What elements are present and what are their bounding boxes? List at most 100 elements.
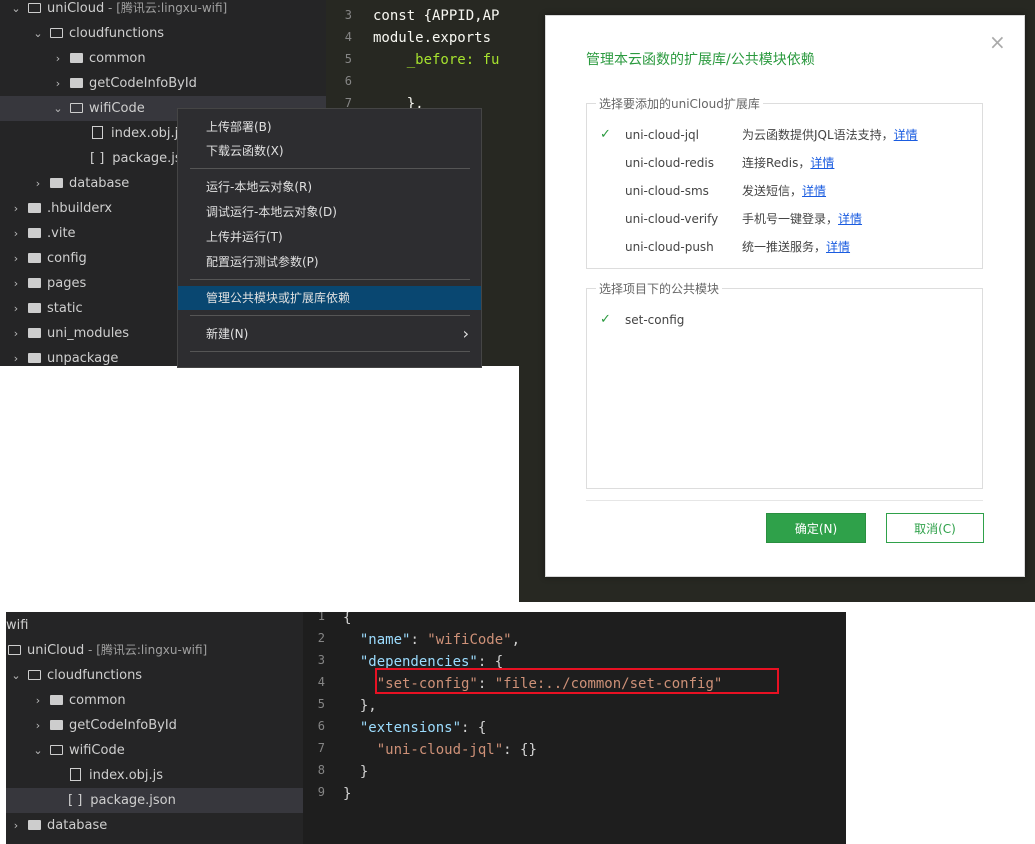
ext-lib-desc: 统一推送服务，详情 xyxy=(742,235,850,259)
tree-item-common[interactable]: › common xyxy=(0,46,146,71)
tree-item-getcodeinfobyid[interactable]: › getCodeInfoById xyxy=(0,71,197,96)
menu-item-run-local[interactable]: 运行-本地云对象(R) xyxy=(178,175,481,199)
tree-item-label: pages xyxy=(47,276,87,291)
line-number: 9 xyxy=(317,785,325,799)
chevron-down-icon: ⌄ xyxy=(53,102,63,115)
tree-item-package-json[interactable]: [ ] package.json xyxy=(6,788,303,813)
menu-item-download-function[interactable]: 下载云函数(X) xyxy=(178,139,481,163)
dialog-title: 管理本云函数的扩展库/公共模块依赖 xyxy=(586,52,815,68)
tree-item-config[interactable]: › config xyxy=(0,246,87,271)
chevron-right-icon: › xyxy=(55,52,61,65)
tree-item-label: getCodeInfoById xyxy=(69,718,177,733)
ext-lib-option[interactable]: ✓ uni-cloud-jql 为云函数提供JQL语法支持，详情 xyxy=(587,123,982,147)
tree-item-label: wifi xyxy=(6,618,29,633)
details-link[interactable]: 详情 xyxy=(838,212,862,226)
details-link[interactable]: 详情 xyxy=(894,128,918,142)
tree-item-label: index.obj.js xyxy=(89,768,164,783)
tree-item-static[interactable]: › static xyxy=(0,296,83,321)
dependency-dialog: 管理本云函数的扩展库/公共模块依赖 × 选择要添加的uniCloud扩展库 ✓ … xyxy=(545,15,1025,577)
menu-item-manage-dependencies[interactable]: 管理公共模块或扩展库依赖 xyxy=(178,286,481,310)
code-token: "name" xyxy=(359,632,411,648)
ext-lib-option[interactable]: uni-cloud-sms 发送短信，详情 xyxy=(587,179,982,203)
tree-root-wifi[interactable]: wifi xyxy=(6,613,28,638)
folder-icon xyxy=(28,278,41,288)
tree-item-label: database xyxy=(47,818,108,833)
tree-item-getcodeinfobyid[interactable]: › getCodeInfoById xyxy=(6,713,177,738)
tree-item-pages[interactable]: › pages xyxy=(0,271,86,296)
tree-item-label: database xyxy=(69,176,130,191)
tree-item-label: .vite xyxy=(47,226,76,241)
code-token: "extensions" xyxy=(359,720,462,736)
menu-item-upload-and-run[interactable]: 上传并运行(T) xyxy=(178,225,481,249)
confirm-button[interactable]: 确定(N) xyxy=(766,513,866,543)
tree-item-wificode[interactable]: ⌄ wifiCode xyxy=(6,738,125,763)
menu-separator xyxy=(190,168,470,169)
folder-icon xyxy=(50,178,63,188)
ext-lib-name: uni-cloud-verify xyxy=(625,212,719,226)
line-number: 5 xyxy=(317,697,325,711)
folder-icon xyxy=(70,53,83,63)
tree-item-database[interactable]: › database xyxy=(6,813,107,838)
tree-item-unicloud[interactable]: uniCloud - [腾讯云:lingxu-wifi] xyxy=(6,638,207,663)
tree-item-suffix: - [腾讯云:lingxu-wifi] xyxy=(84,643,208,657)
details-link[interactable]: 详情 xyxy=(826,240,850,254)
tree-item-database[interactable]: › database xyxy=(0,171,129,196)
details-link[interactable]: 详情 xyxy=(802,184,826,198)
code-token: } xyxy=(343,786,352,802)
ext-lib-name: uni-cloud-sms xyxy=(625,184,709,198)
tree-item-hbuilderx[interactable]: › .hbuilderx xyxy=(0,196,112,221)
menu-item-upload-deploy[interactable]: 上传部署(B) xyxy=(178,115,481,139)
tree-item-index-obj-js[interactable]: index.obj.js xyxy=(0,121,185,146)
code-line: }, xyxy=(343,695,377,717)
ext-lib-name: uni-cloud-jql xyxy=(625,128,699,142)
code-token: }, xyxy=(343,698,377,714)
chevron-right-icon: › xyxy=(13,227,19,240)
tree-item-label: uniCloud xyxy=(47,1,105,16)
menu-item-label: 新建(N) xyxy=(206,327,249,341)
code-line: } xyxy=(343,783,351,805)
menu-item-new[interactable]: 新建(N) › xyxy=(178,322,481,346)
tree-item-index-obj-js[interactable]: index.obj.js xyxy=(6,763,163,788)
folder-open-icon xyxy=(8,645,21,655)
extension-library-group: 选择要添加的uniCloud扩展库 ✓ uni-cloud-jql 为云函数提供… xyxy=(586,95,983,269)
cancel-button[interactable]: 取消(C) xyxy=(886,513,984,543)
code-line: } xyxy=(343,761,368,783)
footer-divider xyxy=(586,500,983,501)
tree-item-unpackage[interactable]: › unpackage xyxy=(0,346,119,366)
menu-item-debug-run-local[interactable]: 调试运行-本地云对象(D) xyxy=(178,200,481,224)
tree-item-label: static xyxy=(47,301,83,316)
folder-icon xyxy=(28,353,41,363)
tree-item-label: wifiCode xyxy=(69,743,125,758)
ext-lib-option[interactable]: uni-cloud-verify 手机号一键登录，详情 xyxy=(587,207,982,231)
chevron-right-icon: › xyxy=(13,252,19,265)
tree-item-label: common xyxy=(89,51,146,66)
ext-lib-desc-text: 统一推送服务， xyxy=(742,240,827,254)
details-link[interactable]: 详情 xyxy=(810,156,834,170)
ext-lib-desc-text: 发送短信， xyxy=(742,184,803,198)
tree-item-cloudfunctions[interactable]: ⌄ cloudfunctions xyxy=(0,21,164,46)
chevron-right-icon: › xyxy=(13,302,19,315)
tree-item-cloudfunctions[interactable]: ⌄ cloudfunctions xyxy=(6,663,142,688)
tree-item-common[interactable]: › common xyxy=(6,688,126,713)
close-icon[interactable]: × xyxy=(989,30,1006,54)
file-icon xyxy=(92,126,103,139)
package-json-editor[interactable]: 1 2 3 4 5 6 7 8 9 { "name": "wifiCode", … xyxy=(303,612,846,844)
ext-lib-desc-text: 手机号一键登录， xyxy=(742,212,839,226)
ext-lib-option[interactable]: uni-cloud-push 统一推送服务，详情 xyxy=(587,235,982,259)
code-line: { xyxy=(343,612,351,629)
ext-lib-option[interactable]: uni-cloud-redis 连接Redis，详情 xyxy=(587,151,982,175)
module-option[interactable]: ✓ set-config xyxy=(587,308,982,332)
folder-open-icon xyxy=(70,103,83,113)
menu-separator xyxy=(190,279,470,280)
line-number: 3 xyxy=(317,653,325,667)
ext-lib-desc-text: 连接Redis， xyxy=(742,156,811,170)
line-number: 6 xyxy=(317,719,325,733)
menu-item-config-test-params[interactable]: 配置运行测试参数(P) xyxy=(178,250,481,274)
tree-item-vite[interactable]: › .vite xyxy=(0,221,76,246)
code-line: const {APPID,AP xyxy=(373,8,500,24)
chevron-right-icon: › xyxy=(13,277,19,290)
tree-item-package-json[interactable]: [ ] package.json xyxy=(0,146,198,171)
tree-item-uni-modules[interactable]: › uni_modules xyxy=(0,321,129,346)
tree-item-unicloud[interactable]: ⌄ uniCloud - [腾讯云:lingxu-wifi] xyxy=(0,0,227,21)
